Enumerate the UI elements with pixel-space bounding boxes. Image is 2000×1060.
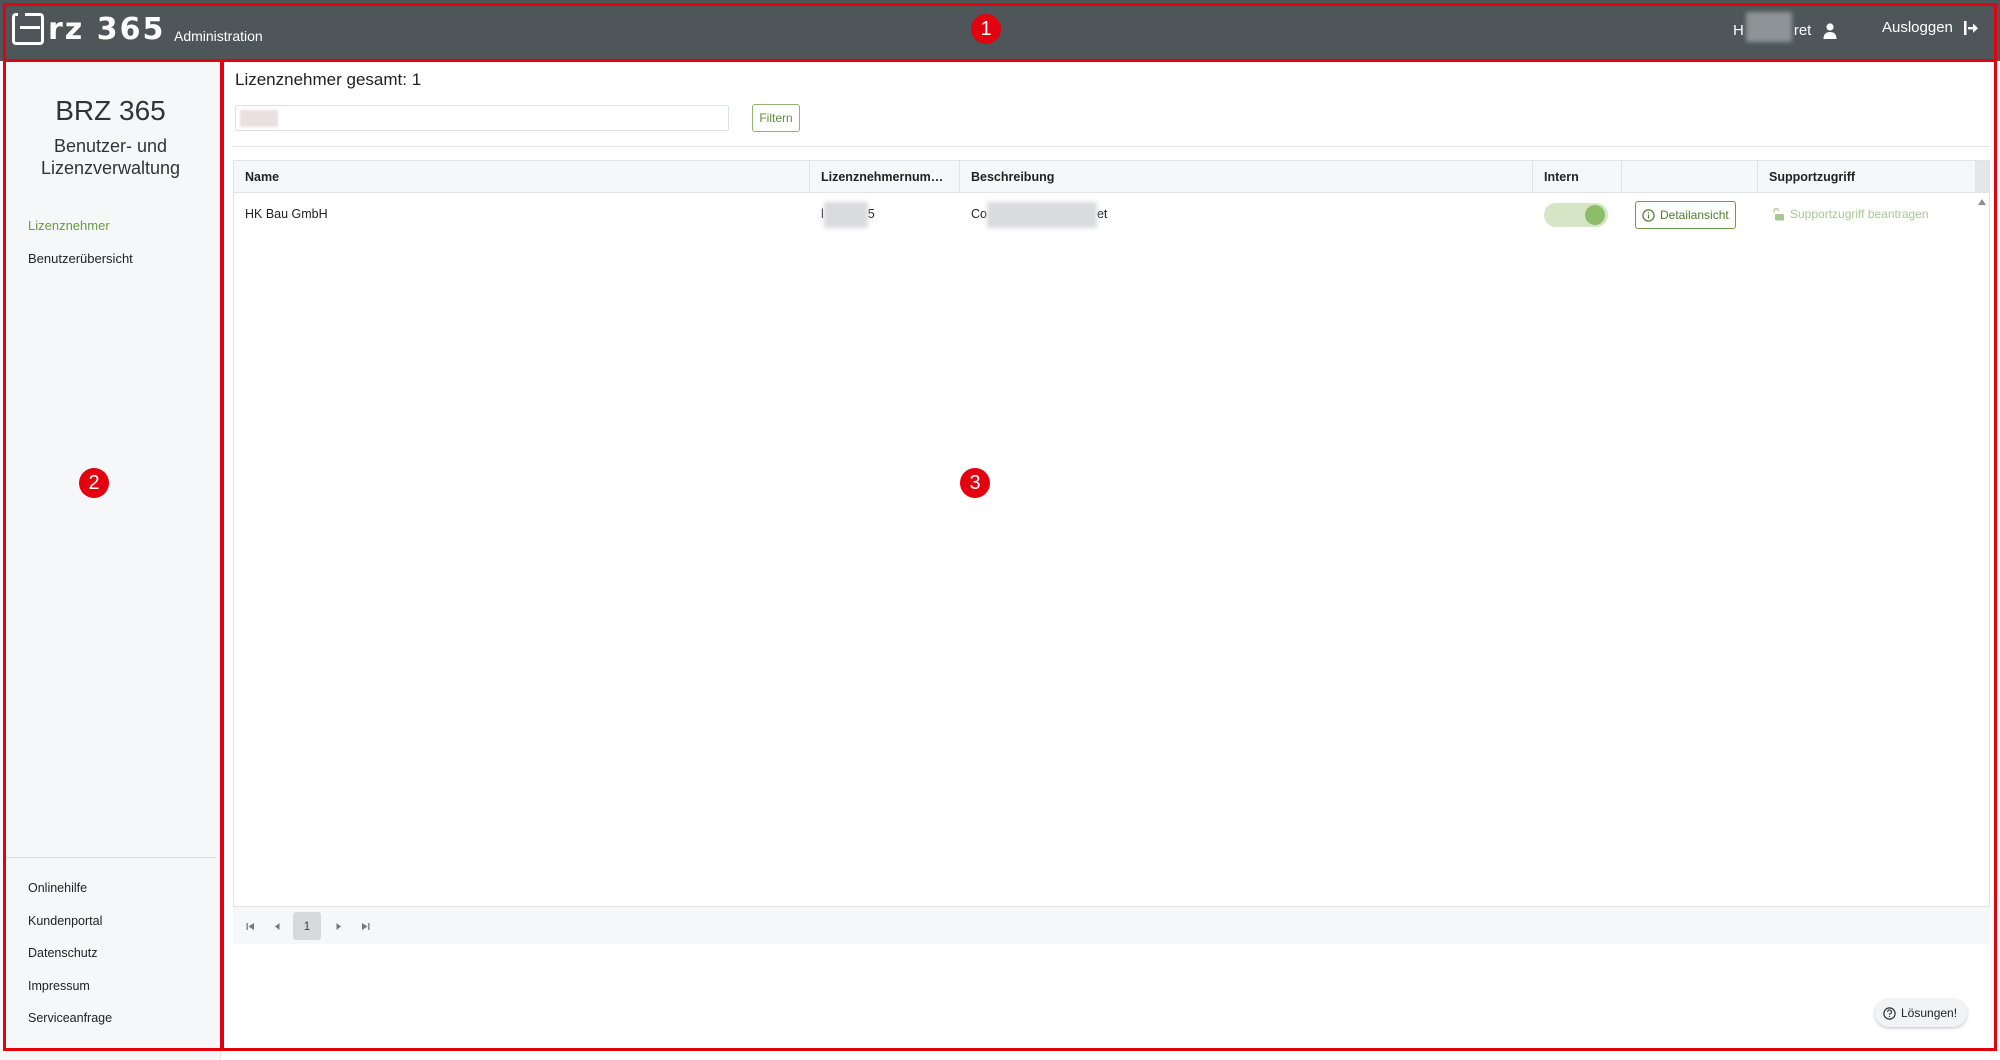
pagination: 1 <box>233 906 1990 944</box>
cell-description: Co et <box>960 194 1533 234</box>
question-icon <box>1883 1006 1896 1020</box>
cell-actions: Detailansicht <box>1622 194 1758 234</box>
brz-logo[interactable]: rz 365 <box>12 11 166 47</box>
next-page-icon <box>336 922 341 930</box>
column-header-number[interactable]: Lizenznehmernum… <box>810 161 960 193</box>
request-support-access-link[interactable]: Supportzugriff beantragen <box>1772 194 1929 234</box>
previous-page-icon <box>274 922 279 930</box>
last-page-button[interactable] <box>355 916 375 936</box>
page-number-current[interactable]: 1 <box>293 912 321 940</box>
licensee-table: Name Lizenznehmernum… Beschreibung Inter… <box>233 160 1990 942</box>
main-content: Lizenznehmer gesamt: 1 Filtern Name Lize… <box>222 61 2000 1060</box>
sidebar-divider <box>6 857 216 858</box>
footer-link-datenschutz[interactable]: Datenschutz <box>28 945 112 978</box>
solutions-help-button[interactable]: Lösungen! <box>1875 999 1968 1027</box>
description-suffix: et <box>1096 207 1108 221</box>
next-page-button[interactable] <box>328 916 348 936</box>
cell-number: l5 <box>810 194 960 234</box>
unlock-icon <box>1773 207 1784 220</box>
annotation-marker-2: 2 <box>79 468 109 498</box>
column-header-actions <box>1622 161 1758 193</box>
logo-text: rz 365 <box>48 11 166 47</box>
column-header-description[interactable]: Beschreibung <box>960 161 1533 193</box>
annotation-marker-1: 1 <box>971 14 1001 44</box>
filter-button[interactable]: Filtern <box>752 104 800 132</box>
redacted-search-value <box>240 110 278 127</box>
logout-label: Ausloggen <box>1882 19 1953 36</box>
sidebar-title: BRZ 365 <box>55 95 166 126</box>
logo-mark-icon <box>12 13 44 45</box>
annotation-marker-3: 3 <box>960 468 990 498</box>
redacted-user-name <box>1745 12 1792 42</box>
user-name-suffix: ret <box>1793 22 1812 39</box>
cell-name: HK Bau GmbH <box>245 207 328 221</box>
sidebar-subtitle: Benutzer- und Lizenzverwaltung <box>40 136 181 178</box>
info-icon <box>1642 208 1655 222</box>
sidebar: BRZ 365 Benutzer- und Lizenzverwaltung L… <box>0 61 221 1060</box>
sidebar-item-benutzeruebersicht[interactable]: Benutzerübersicht <box>28 251 133 284</box>
sidebar-nav: Lizenznehmer Benutzerübersicht <box>28 218 133 284</box>
redacted-number <box>823 201 868 228</box>
sidebar-item-lizenznehmer[interactable]: Lizenznehmer <box>28 218 133 251</box>
number-suffix: 5 <box>867 207 875 221</box>
table-header: Name Lizenznehmernum… Beschreibung Inter… <box>234 161 1989 193</box>
logout-button[interactable]: Ausloggen <box>1882 19 1979 36</box>
footer-link-onlinehilfe[interactable]: Onlinehilfe <box>28 880 112 913</box>
previous-page-button[interactable] <box>267 916 287 936</box>
toolbar-divider <box>232 146 1990 147</box>
column-header-name[interactable]: Name <box>234 161 810 193</box>
user-icon <box>1823 22 1837 39</box>
last-page-icon <box>361 922 369 930</box>
solutions-help-label: Lösungen! <box>1901 1006 1958 1020</box>
detail-view-label: Detailansicht <box>1660 208 1729 222</box>
cell-intern <box>1533 194 1622 234</box>
description-prefix: Co <box>971 207 987 221</box>
redacted-description <box>986 201 1097 228</box>
first-page-button[interactable] <box>240 916 260 936</box>
footer-link-impressum[interactable]: Impressum <box>28 978 112 1011</box>
column-header-intern[interactable]: Intern <box>1533 161 1622 193</box>
first-page-icon <box>246 922 254 930</box>
support-access-label: Supportzugriff beantragen <box>1790 207 1929 221</box>
search-input[interactable] <box>235 105 729 131</box>
user-name-prefix: H <box>1733 22 1744 39</box>
page-title: Lizenznehmer gesamt: 1 <box>235 70 422 89</box>
sidebar-footer: Onlinehilfe Kundenportal Datenschutz Imp… <box>28 880 112 1043</box>
detail-view-button[interactable]: Detailansicht <box>1635 201 1736 229</box>
app-name: Administration <box>174 28 263 44</box>
table-row[interactable]: HK Bau GmbH l5 Co et Detailansicht Suppo… <box>234 194 1975 234</box>
scrollbar-header <box>1975 161 1989 193</box>
toggle-knob <box>1585 205 1605 225</box>
user-menu[interactable]: H ret <box>1733 12 1837 42</box>
scroll-up-arrow-icon[interactable] <box>1977 197 1987 207</box>
intern-toggle[interactable] <box>1544 203 1608 227</box>
footer-link-kundenportal[interactable]: Kundenportal <box>28 913 112 946</box>
footer-link-serviceanfrage[interactable]: Serviceanfrage <box>28 1010 112 1043</box>
cell-support: Supportzugriff beantragen <box>1758 194 1975 234</box>
column-header-support[interactable]: Supportzugriff <box>1758 161 1975 193</box>
logout-icon <box>1963 20 1978 35</box>
